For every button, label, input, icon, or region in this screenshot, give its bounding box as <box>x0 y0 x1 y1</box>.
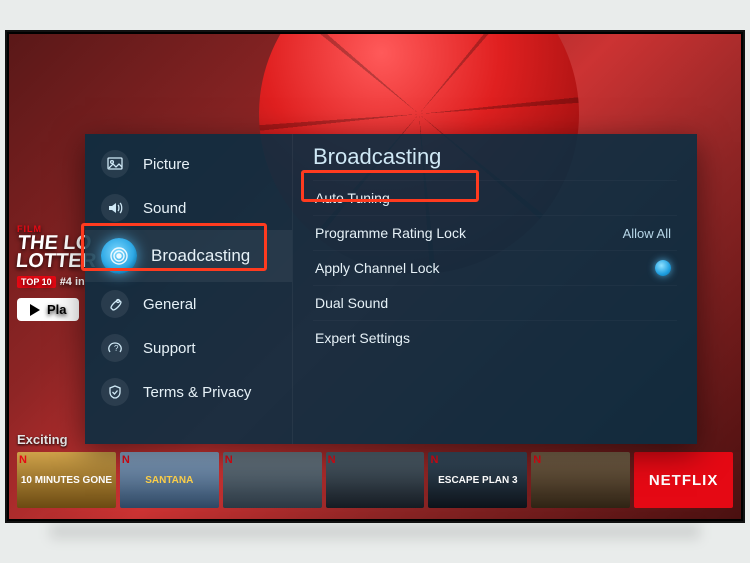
svg-text:?: ? <box>114 344 119 353</box>
top10-badge: TOP 10 <box>17 276 56 288</box>
broadcasting-icon <box>101 238 137 274</box>
option-expert-settings[interactable]: Expert Settings <box>313 320 677 355</box>
sidebar-item-label: Sound <box>143 200 186 217</box>
sidebar-item-label: Broadcasting <box>151 246 250 266</box>
sidebar-item-terms[interactable]: Terms & Privacy <box>85 370 292 414</box>
settings-detail-panel: Broadcasting Auto Tuning Programme Ratin… <box>293 134 697 444</box>
netflix-n-icon: N <box>122 454 130 466</box>
thumbnail[interactable]: N 10 MINUTES GONE <box>17 452 116 508</box>
thumbnail-title: 10 MINUTES GONE <box>21 475 112 486</box>
settings-sidebar: Picture Sound Broadcasting <box>85 134 293 444</box>
rank-text: #4 in <box>60 276 85 288</box>
sidebar-item-label: Picture <box>143 156 190 173</box>
thumbnail[interactable]: N <box>326 452 425 508</box>
thumbnail[interactable]: NESCAPE PLAN 3 <box>428 452 527 508</box>
panel-title: Broadcasting <box>313 142 677 180</box>
general-icon <box>101 290 129 318</box>
play-label: Pla <box>47 302 67 317</box>
support-icon: ? <box>101 334 129 362</box>
thumbnail[interactable]: N SANTANA <box>120 452 219 508</box>
option-label: Apply Channel Lock <box>315 260 440 276</box>
play-icon <box>29 304 41 316</box>
thumbnail[interactable]: N <box>531 452 630 508</box>
option-label: Programme Rating Lock <box>315 225 466 241</box>
netflix-n-icon: N <box>430 454 438 466</box>
sidebar-item-support[interactable]: ? Support <box>85 326 292 370</box>
option-label: Auto Tuning <box>315 190 390 206</box>
netflix-n-icon: N <box>328 454 336 466</box>
play-button[interactable]: Pla <box>17 298 79 321</box>
netflix-n-icon: N <box>225 454 233 466</box>
category-label: Exciting <box>17 432 68 447</box>
thumbnail-title: NETFLIX <box>649 472 719 489</box>
thumbnail-title: ESCAPE PLAN 3 <box>438 475 517 486</box>
tv-shadow <box>50 523 700 539</box>
sidebar-item-label: Terms & Privacy <box>143 384 251 401</box>
netflix-n-icon: N <box>533 454 541 466</box>
terms-icon <box>101 378 129 406</box>
tv-frame: FILM THE LO LOTTER TOP 10 #4 in Pla Exci… <box>5 30 745 523</box>
option-auto-tuning[interactable]: Auto Tuning <box>313 180 677 215</box>
sound-icon <box>101 194 129 222</box>
toggle-indicator-icon <box>655 260 671 276</box>
option-dual-sound[interactable]: Dual Sound <box>313 285 677 320</box>
sidebar-item-broadcasting[interactable]: Broadcasting <box>85 230 292 282</box>
thumbnail[interactable]: N <box>223 452 322 508</box>
netflix-n-icon: N <box>19 454 27 466</box>
thumbnail-row: N10 MINUTES GONE NSANTANA N N NESCAPE PL… <box>17 452 733 508</box>
option-label: Expert Settings <box>315 330 410 346</box>
option-value: Allow All <box>623 226 671 241</box>
sidebar-item-label: Support <box>143 340 196 357</box>
sidebar-item-picture[interactable]: Picture <box>85 142 292 186</box>
thumbnail-title: SANTANA <box>145 475 193 486</box>
sidebar-item-general[interactable]: General <box>85 282 292 326</box>
option-apply-channel-lock[interactable]: Apply Channel Lock <box>313 250 677 285</box>
picture-icon <box>101 150 129 178</box>
thumbnail[interactable]: NETFLIX <box>634 452 733 508</box>
sidebar-item-label: General <box>143 296 196 313</box>
option-label: Dual Sound <box>315 295 388 311</box>
option-programme-rating-lock[interactable]: Programme Rating Lock Allow All <box>313 215 677 250</box>
settings-panel: Picture Sound Broadcasting <box>85 134 697 444</box>
sidebar-item-sound[interactable]: Sound <box>85 186 292 230</box>
tv-screen: FILM THE LO LOTTER TOP 10 #4 in Pla Exci… <box>9 34 741 519</box>
